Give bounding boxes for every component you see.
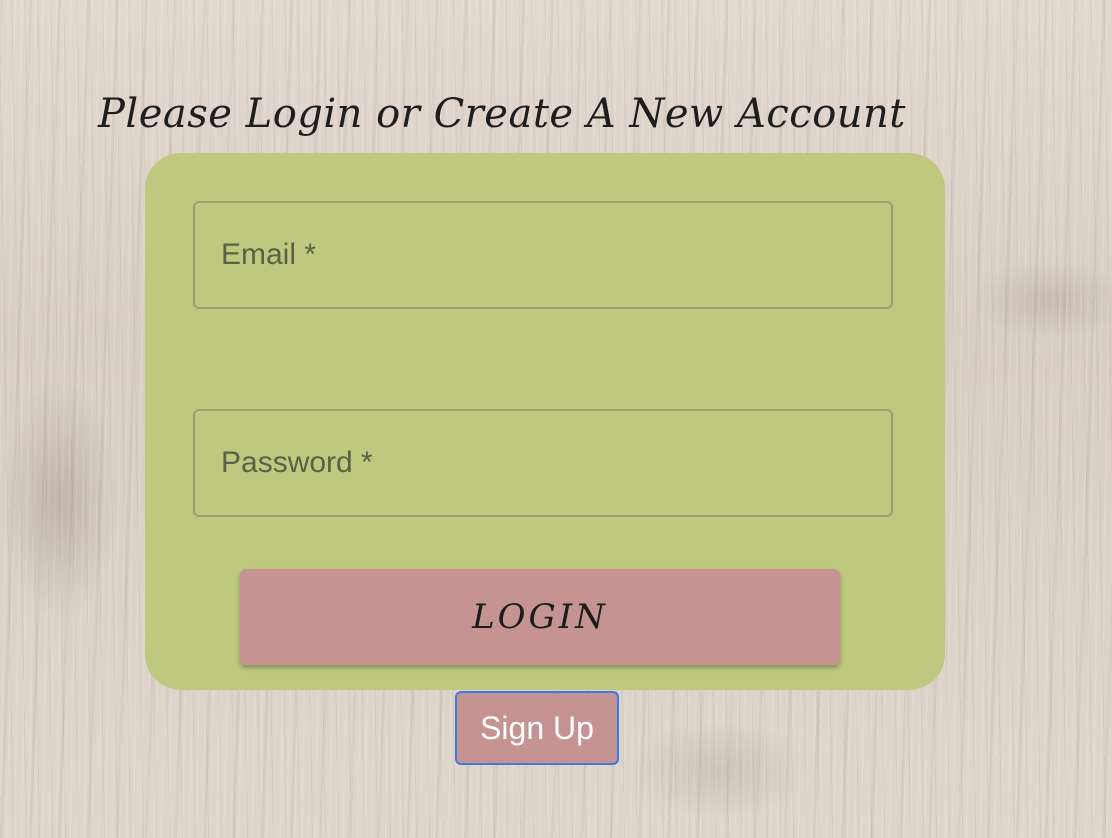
email-field[interactable] bbox=[195, 203, 891, 307]
password-field[interactable] bbox=[195, 411, 891, 515]
password-field-wrapper[interactable] bbox=[193, 409, 893, 517]
login-card: Login bbox=[145, 153, 945, 690]
page-title: Please Login or Create A New Account bbox=[98, 91, 906, 137]
sign-up-button[interactable]: Sign Up bbox=[455, 691, 619, 765]
email-field-wrapper[interactable] bbox=[193, 201, 893, 309]
login-button[interactable]: Login bbox=[240, 569, 840, 665]
